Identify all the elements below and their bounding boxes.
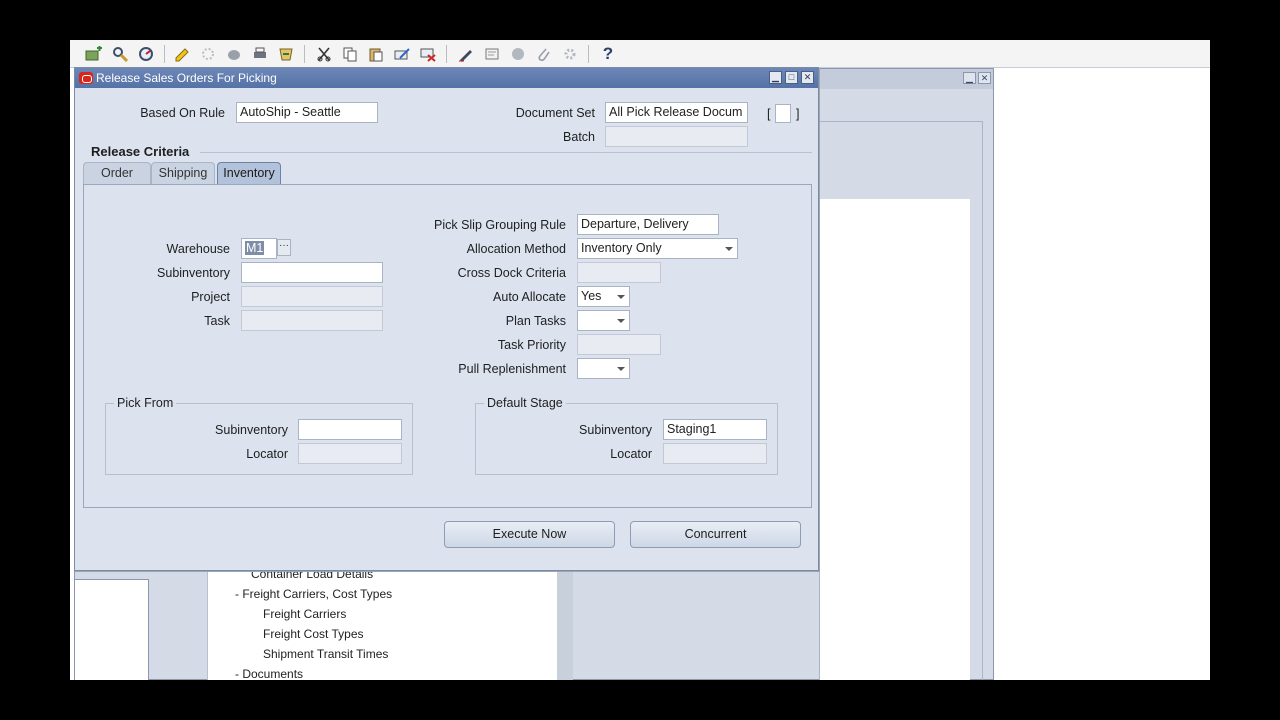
bracket-open: [ bbox=[767, 107, 771, 121]
warehouse-value: M1 bbox=[245, 241, 265, 255]
default-stage-locator-field[interactable] bbox=[663, 443, 767, 464]
paste-icon[interactable] bbox=[366, 44, 386, 64]
pick-from-subinventory-field[interactable] bbox=[298, 419, 402, 440]
oracle-logo-icon bbox=[79, 72, 93, 84]
dialog-title-bar: Release Sales Orders For Picking ▁ □ ✕ bbox=[75, 68, 818, 88]
dialog-title: Release Sales Orders For Picking bbox=[96, 71, 277, 85]
batch-field[interactable] bbox=[605, 126, 748, 147]
zoom-icon[interactable] bbox=[482, 44, 502, 64]
default-stage-locator-label: Locator bbox=[610, 447, 652, 461]
list-of-values-button[interactable]: ··· bbox=[277, 239, 291, 256]
pick-from-subinventory-label: Subinventory bbox=[215, 423, 288, 437]
toolbar: ? bbox=[70, 40, 1210, 68]
switch-responsibility-icon[interactable] bbox=[224, 44, 244, 64]
delete-record-icon[interactable] bbox=[418, 44, 438, 64]
allocation-method-value: Inventory Only bbox=[581, 241, 662, 255]
toolbar-separator bbox=[304, 45, 305, 63]
maximize-icon[interactable]: □ bbox=[785, 71, 798, 84]
warehouse-field[interactable]: M1 bbox=[241, 238, 277, 259]
pick-from-group: Pick From Subinventory Locator bbox=[105, 396, 413, 475]
toolbar-separator bbox=[446, 45, 447, 63]
tree-item[interactable]: Freight Cost Types bbox=[263, 627, 364, 641]
tab-inventory[interactable]: Inventory bbox=[217, 162, 281, 185]
help-icon[interactable]: ? bbox=[598, 44, 618, 64]
document-set-field[interactable]: All Pick Release Docum bbox=[605, 102, 748, 123]
pick-from-locator-field[interactable] bbox=[298, 443, 402, 464]
minimize-icon[interactable]: ▁ bbox=[963, 72, 976, 84]
batch-label: Batch bbox=[563, 130, 595, 144]
document-set-label: Document Set bbox=[515, 106, 595, 120]
task-priority-field[interactable] bbox=[577, 334, 661, 355]
folder-tools-icon[interactable] bbox=[560, 44, 580, 64]
pick-from-locator-label: Locator bbox=[246, 447, 288, 461]
next-step-icon[interactable] bbox=[198, 44, 218, 64]
tree-item[interactable]: Freight Carriers bbox=[263, 607, 346, 621]
attachments-icon[interactable] bbox=[534, 44, 554, 64]
navigator-icon[interactable] bbox=[136, 44, 156, 64]
cross-dock-criteria-label: Cross Dock Criteria bbox=[457, 266, 566, 280]
chevron-down-icon bbox=[617, 319, 625, 323]
task-field[interactable] bbox=[241, 310, 383, 331]
navigator-right-panel bbox=[820, 199, 970, 680]
tab-shipping[interactable]: Shipping bbox=[151, 162, 215, 184]
allocation-method-select[interactable]: Inventory Only bbox=[577, 238, 738, 259]
close-form-icon[interactable] bbox=[276, 44, 296, 64]
default-stage-subinventory-field[interactable]: Staging1 bbox=[663, 419, 767, 440]
find-icon[interactable] bbox=[110, 44, 130, 64]
copy-icon[interactable] bbox=[340, 44, 360, 64]
task-label: Task bbox=[204, 314, 230, 328]
inventory-tab-panel: Warehouse M1 ··· Subinventory Project Ta… bbox=[83, 184, 812, 508]
release-criteria-heading: Release Criteria bbox=[91, 144, 190, 159]
concurrent-button[interactable]: Concurrent bbox=[630, 521, 801, 548]
task-priority-label: Task Priority bbox=[497, 338, 566, 352]
based-on-rule-label: Based On Rule bbox=[140, 106, 225, 120]
project-label: Project bbox=[191, 290, 230, 304]
cross-dock-criteria-field[interactable] bbox=[577, 262, 661, 283]
bracket-close: ] bbox=[796, 107, 800, 121]
chevron-down-icon bbox=[725, 247, 733, 251]
subinventory-label: Subinventory bbox=[157, 266, 230, 280]
toolbar-separator bbox=[588, 45, 589, 63]
plan-tasks-label: Plan Tasks bbox=[505, 314, 566, 328]
cut-icon[interactable] bbox=[314, 44, 334, 64]
warehouse-label: Warehouse bbox=[166, 242, 230, 256]
tab-order[interactable]: Order bbox=[83, 162, 151, 184]
minimize-icon[interactable]: ▁ bbox=[769, 71, 782, 84]
save-icon[interactable] bbox=[172, 44, 192, 64]
auto-allocate-select[interactable]: Yes bbox=[577, 286, 630, 307]
project-field[interactable] bbox=[241, 286, 383, 307]
tree-item[interactable]: Shipment Transit Times bbox=[263, 647, 388, 661]
document-set-flex-field[interactable] bbox=[775, 104, 791, 123]
translations-icon[interactable] bbox=[508, 44, 528, 64]
execute-now-button[interactable]: Execute Now bbox=[444, 521, 615, 548]
auto-allocate-value: Yes bbox=[581, 289, 602, 303]
based-on-rule-field[interactable]: AutoShip - Seattle bbox=[236, 102, 378, 123]
section-divider bbox=[200, 152, 812, 153]
release-sales-orders-dialog: Release Sales Orders For Picking ▁ □ ✕ B… bbox=[74, 67, 819, 571]
chevron-down-icon bbox=[617, 295, 625, 299]
close-icon[interactable]: ✕ bbox=[801, 71, 814, 84]
default-stage-title: Default Stage bbox=[484, 396, 566, 410]
new-record-icon[interactable] bbox=[84, 44, 104, 64]
subinventory-field[interactable] bbox=[241, 262, 383, 283]
allocation-method-label: Allocation Method bbox=[466, 242, 566, 256]
navigator-left-panel bbox=[75, 579, 149, 680]
close-icon[interactable]: ✕ bbox=[978, 72, 991, 84]
pick-slip-grouping-rule-label: Pick Slip Grouping Rule bbox=[433, 218, 566, 232]
clear-record-icon[interactable] bbox=[392, 44, 412, 64]
print-icon[interactable] bbox=[250, 44, 270, 64]
default-stage-group: Default Stage Subinventory Staging1 Loca… bbox=[475, 396, 778, 475]
edit-field-icon[interactable] bbox=[456, 44, 476, 64]
pull-replenishment-select[interactable] bbox=[577, 358, 630, 379]
plan-tasks-select[interactable] bbox=[577, 310, 630, 331]
pick-from-title: Pick From bbox=[114, 396, 177, 410]
tree-item[interactable]: - Freight Carriers, Cost Types bbox=[235, 587, 392, 601]
pull-replenishment-label: Pull Replenishment bbox=[458, 362, 566, 376]
pick-slip-grouping-rule-field[interactable]: Departure, Delivery bbox=[577, 214, 719, 235]
default-stage-subinventory-label: Subinventory bbox=[579, 423, 652, 437]
chevron-down-icon bbox=[617, 367, 625, 371]
auto-allocate-label: Auto Allocate bbox=[493, 290, 566, 304]
tree-item[interactable]: - Documents bbox=[235, 667, 303, 680]
toolbar-separator bbox=[164, 45, 165, 63]
